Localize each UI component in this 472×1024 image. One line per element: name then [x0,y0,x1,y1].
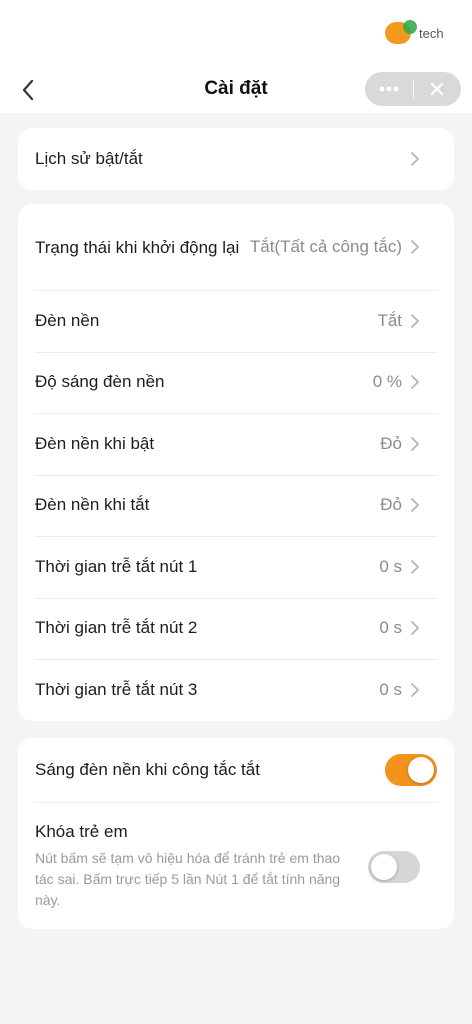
mini-program-capsule [365,72,461,106]
child-lock-toggle[interactable] [368,850,420,883]
delay-button-1-row[interactable]: Thời gian trễ tắt nút 1 0 s [18,536,454,598]
settings-card: Trạng thái khi khởi động lại Tắt(Tất cả … [18,204,454,721]
chevron-right-icon [410,239,430,255]
backlight-brightness-label: Độ sáng đèn nền [35,372,165,392]
chevron-right-icon [410,151,430,167]
child-lock-row: Khóa trẻ em Nút bấm sẽ tạm vô hiệu hóa đ… [18,802,454,929]
backlight-on-value: Đỏ [380,433,402,453]
more-button[interactable] [365,72,413,106]
backlight-row[interactable]: Đèn nền Tắt [18,290,454,352]
chevron-right-icon [410,497,430,513]
child-lock-text: Khóa trẻ em Nút bấm sẽ tạm vô hiệu hóa đ… [35,822,368,911]
history-row[interactable]: Lịch sử bật/tắt [18,128,454,190]
backlight-when-off-toggle[interactable] [385,754,437,786]
backlight-value: Tắt [377,310,402,330]
backlight-when-off-row: Sáng đèn nền khi công tắc tắt [18,738,454,802]
capsule-divider [412,80,414,98]
backlight-on-row[interactable]: Đèn nền khi bật Đỏ [18,413,454,475]
backlight-brightness-row[interactable]: Độ sáng đèn nền 0 % [18,351,454,414]
chevron-right-icon [410,436,430,452]
top-bar: tech Cài đặt [0,0,472,113]
backlight-label: Đèn nền [35,310,100,330]
delay-button-2-value: 0 s [379,618,402,638]
more-dots-icon [379,86,399,92]
delay-button-3-value: 0 s [379,679,402,699]
toggle-knob [371,853,397,880]
navigation-bar: Cài đặt [0,70,472,110]
backlight-brightness-value: 0 % [372,372,402,392]
chevron-right-icon [410,313,430,329]
restart-state-value: Tắt(Tất cả công tắc) [249,237,402,256]
close-icon [431,82,444,96]
toggle-knob [408,757,434,783]
chevron-right-icon [410,620,430,636]
chevron-right-icon [410,374,430,390]
chevron-right-icon [410,559,430,575]
backlight-on-label: Đèn nền khi bật [35,433,155,453]
backlight-off-label: Đèn nền khi tắt [35,495,150,515]
backlight-off-row[interactable]: Đèn nền khi tắt Đỏ [18,474,454,537]
backlight-when-off-label: Sáng đèn nền khi công tắc tắt [35,760,260,779]
watermark-text: tech [419,25,444,41]
child-lock-label: Khóa trẻ em [35,822,128,841]
delay-button-1-label: Thời gian trễ tắt nút 1 [35,556,198,576]
delay-button-3-label: Thời gian trễ tắt nút 3 [35,679,198,699]
backlight-off-value: Đỏ [380,495,402,515]
delay-button-2-row[interactable]: Thời gian trễ tắt nút 2 0 s [18,597,454,660]
history-label: Lịch sử bật/tắt [35,148,143,168]
close-button[interactable] [413,72,461,106]
delay-button-2-label: Thời gian trễ tắt nút 2 [35,618,198,638]
history-card: Lịch sử bật/tắt [18,128,454,190]
restart-state-row[interactable]: Trạng thái khi khởi động lại Tắt(Tất cả … [18,204,454,290]
delay-button-1-value: 0 s [379,556,402,576]
brand-logo-icon [385,20,417,44]
chevron-right-icon [410,682,430,698]
child-lock-description: Nút bấm sẽ tạm vô hiệu hóa để tránh trẻ … [35,850,341,908]
delay-button-3-row[interactable]: Thời gian trễ tắt nút 3 0 s [18,659,454,721]
toggles-card: Sáng đèn nền khi công tắc tắt Khóa trẻ e… [18,738,454,929]
watermark-logo: tech [385,20,444,44]
restart-state-label: Trạng thái khi khởi động lại [35,237,240,257]
